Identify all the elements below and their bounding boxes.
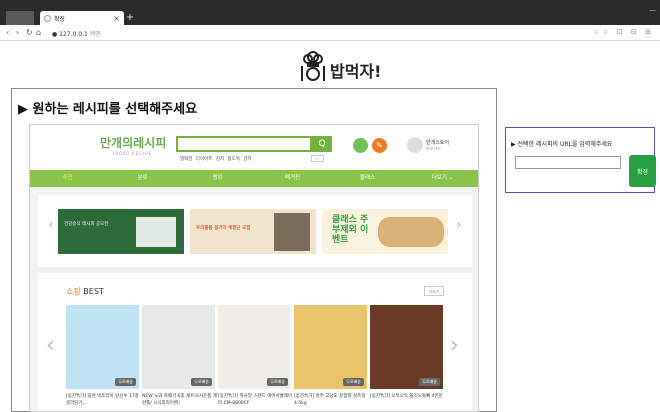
site-search-input[interactable] bbox=[176, 136, 312, 152]
free-shipping-badge: 무료배송 bbox=[419, 378, 440, 386]
banner-item[interactable]: 클래스 주부제외 이벤트 bbox=[322, 209, 448, 254]
recipe-select-title: ▶ 원하는 레시피를 선택해주세요 bbox=[18, 102, 198, 117]
home-icon[interactable]: ⌂ bbox=[36, 28, 41, 37]
browser-navbar: ‹ › ↻ ⌂ ● 127.0.0.1 백엔 ☆☆ ⊡ ⊟ ⊞ bbox=[0, 25, 660, 41]
banner-text: 클래스 주부제외 이벤트 bbox=[332, 215, 369, 245]
best-title-rest: BEST bbox=[80, 287, 104, 296]
pencil-icon[interactable]: ✎ bbox=[372, 138, 387, 153]
product-name[interactable]: [옹진특가] 성주 고당도 꿀참외 실속형 4.5kg bbox=[294, 393, 369, 407]
product-name[interactable]: NEW 노와 뚝배기 6종 세트(4사은품 계란틀/ 시식후리이벤) bbox=[142, 393, 217, 407]
best-title-highlight: 쇼핑 bbox=[66, 287, 81, 296]
favicon-icon bbox=[44, 14, 51, 22]
shopping-best-title: 쇼핑 BEST bbox=[66, 286, 104, 297]
nav-item[interactable]: 추천 bbox=[30, 170, 105, 187]
nav-item[interactable]: 클래스 bbox=[330, 170, 405, 187]
popular-keywords[interactable]: 밀떡헌 다이어트 김치 밤도독 감자 bbox=[180, 156, 252, 162]
address-bar[interactable]: ● 127.0.0.1 백엔 bbox=[52, 29, 101, 38]
free-shipping-badge: 무료배송 bbox=[115, 378, 136, 386]
free-shipping-badge: 무료배송 bbox=[191, 378, 212, 386]
url-rest: 백엔 bbox=[89, 31, 101, 38]
product-image[interactable]: 무료배송 bbox=[142, 305, 215, 389]
reload-icon[interactable]: ↻ bbox=[26, 28, 33, 37]
product-image[interactable]: 무료배송 bbox=[370, 305, 443, 389]
minimize-button[interactable]: — bbox=[649, 6, 656, 14]
product-image[interactable]: 무료배송 bbox=[218, 305, 291, 389]
pinned-tab[interactable] bbox=[6, 11, 34, 25]
site-nav: 추천 분류 랭킹 매거진 클래스 더보기 ⌄ bbox=[30, 170, 478, 187]
app-logo: 밥먹자! bbox=[299, 48, 381, 84]
recipe-url-input[interactable] bbox=[515, 156, 621, 169]
info-icon: ● bbox=[52, 31, 58, 38]
banner-text: 우리출품 걸기미 체험단 모집 bbox=[196, 226, 251, 231]
toolbar-icons[interactable]: ☆☆ ⊡ ⊟ ⊞ bbox=[593, 28, 654, 36]
forward-icon[interactable]: › bbox=[16, 28, 19, 37]
active-tab[interactable]: 확장 × bbox=[40, 11, 124, 25]
banner-item[interactable]: 우리출품 걸기미 체험단 모집 bbox=[190, 209, 316, 254]
chef-hat-icon bbox=[301, 51, 325, 81]
logo-text: 밥먹자! bbox=[330, 62, 382, 81]
product-name[interactable]: [옹진특가] 오독오독 쫄깃오돌뼈 4인분 bbox=[370, 393, 445, 400]
site-search-button[interactable]: Q bbox=[312, 136, 332, 152]
site-brand[interactable]: 만개의레시피 bbox=[100, 134, 166, 151]
more-button[interactable]: 더보기 bbox=[424, 286, 444, 296]
site-brand-sub: 10000 RECIPE bbox=[112, 151, 153, 156]
product-image[interactable]: 무료배송 bbox=[66, 305, 139, 389]
back-icon[interactable]: ‹ bbox=[6, 28, 9, 37]
products-next-icon[interactable]: › bbox=[450, 333, 459, 358]
browser-tabstrip: 확장 × + — bbox=[0, 0, 660, 25]
tab-close-icon[interactable]: × bbox=[113, 14, 120, 23]
embedded-recipe-site[interactable]: 만개의레시피 10000 RECIPE Q 밀떡헌 다이어트 김치 밤도독 감자… bbox=[29, 124, 479, 412]
store-label[interactable]: 만개스토어 bbox=[426, 139, 449, 146]
keyword-arrows[interactable]: ‹ › bbox=[311, 155, 324, 162]
product-image[interactable]: 무료배송 bbox=[294, 305, 367, 389]
free-shipping-badge: 무료배송 bbox=[267, 378, 288, 386]
store-icon[interactable] bbox=[407, 137, 423, 153]
tab-title: 확장 bbox=[54, 15, 66, 23]
banner-item[interactable]: 건강승식 레시피 공모전 bbox=[58, 209, 184, 254]
nav-item[interactable]: 랭킹 bbox=[180, 170, 255, 187]
product-name[interactable]: [옹진특가] 까사일 스탠드 에어서큘레이터 CM-8800CF bbox=[218, 393, 293, 407]
nav-item[interactable]: 분류 bbox=[105, 170, 180, 187]
free-shipping-badge: 무료배송 bbox=[343, 378, 364, 386]
nav-item[interactable]: 더보기 ⌄ bbox=[405, 170, 478, 187]
banner-next-icon[interactable]: › bbox=[456, 217, 462, 233]
url-input-label: ▶ 선택한 레시피의 URL을 입력해주세요 bbox=[511, 141, 613, 148]
new-tab-button[interactable]: + bbox=[125, 11, 135, 25]
banner-prev-icon[interactable]: ‹ bbox=[48, 217, 54, 233]
banner-carousel: 건강승식 레시피 공모전 우리출품 걸기미 체험단 모집 클래스 주부제외 이벤… bbox=[38, 195, 472, 267]
confirm-button[interactable]: 확정 bbox=[629, 155, 656, 187]
url-host: 127.0.0.1 bbox=[59, 31, 88, 38]
products-prev-icon[interactable]: ‹ bbox=[46, 333, 55, 358]
nav-item[interactable]: 매거진 bbox=[255, 170, 330, 187]
site-header: 만개의레시피 10000 RECIPE Q 밀떡헌 다이어트 김치 밤도독 감자… bbox=[30, 125, 478, 170]
user-icon[interactable] bbox=[353, 138, 368, 153]
product-name[interactable]: [옹진특가] 광천 빅토리아 탄산수 17종 골라담기... bbox=[66, 393, 141, 407]
banner-text: 건강승식 레시피 공모전 bbox=[64, 222, 109, 227]
store-sub: 바로가기 bbox=[426, 146, 441, 151]
